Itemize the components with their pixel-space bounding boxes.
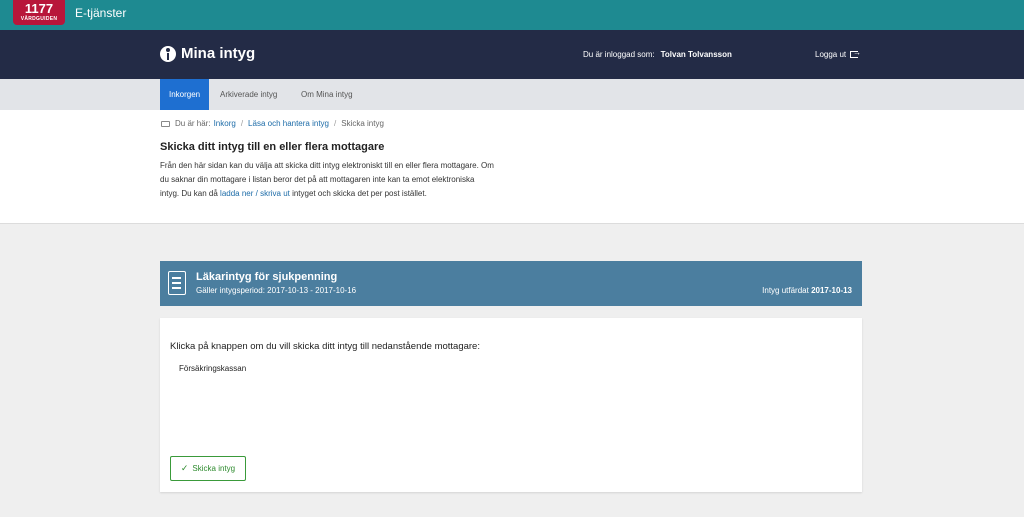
1177-logo[interactable]: 1177 VÅRDGUIDEN	[13, 0, 65, 25]
issued-label: Intyg utfärdat	[762, 286, 809, 295]
certificate-header: Läkarintyg för sjukpenning Gäller intygs…	[160, 261, 862, 306]
logo-number: 1177	[24, 1, 54, 16]
issued-date: 2017-10-13	[811, 286, 852, 295]
main-tabs: Inkorgen Arkiverade intyg Om Mina intyg	[0, 79, 1024, 110]
breadcrumb-separator: /	[334, 119, 337, 128]
logout-label: Logga ut	[815, 50, 847, 59]
tab-arkiverade-intyg[interactable]: Arkiverade intyg	[211, 79, 286, 110]
brand-link[interactable]: Mina intyg	[160, 45, 255, 62]
send-prompt: Klicka på knappen om du vill skicka ditt…	[170, 341, 480, 352]
logo-subtitle: VÅRDGUIDEN	[20, 16, 58, 22]
logged-in-label: Du är inloggad som:	[583, 50, 655, 59]
intro-section: Du är här: Inkorg / Läsa och hantera int…	[0, 110, 1024, 224]
certificate-title: Läkarintyg för sjukpenning	[196, 271, 338, 283]
recipient-item: Försäkringskassan	[179, 364, 247, 373]
logout-icon	[850, 48, 861, 58]
top-bar: 1177 VÅRDGUIDEN E-tjänster	[0, 0, 1024, 30]
inbox-icon	[161, 120, 170, 127]
tab-om-mina-intyg[interactable]: Om Mina intyg	[292, 79, 362, 110]
brand-name: Mina intyg	[181, 45, 256, 62]
page-title: Skicka ditt intyg till en eller flera mo…	[160, 141, 385, 153]
breadcrumb-item-lasa[interactable]: Läsa och hantera intyg	[248, 119, 329, 128]
check-icon: ✓	[180, 463, 189, 473]
description-text-2: intyget och skicka det per post istället…	[289, 189, 427, 198]
breadcrumb-prefix: Du är här:	[175, 119, 211, 128]
certificate-issued: Intyg utfärdat 2017-10-13	[762, 286, 852, 295]
send-button-label: Skicka intyg	[192, 464, 236, 473]
page-description: Från den här sidan kan du välja att skic…	[160, 159, 495, 201]
send-certificate-button[interactable]: ✓ Skicka intyg	[170, 456, 246, 481]
breadcrumb-item-current: Skicka intyg	[341, 119, 384, 128]
tab-inkorgen[interactable]: Inkorgen	[160, 79, 210, 110]
breadcrumb: Du är här: Inkorg / Läsa och hantera int…	[161, 119, 384, 128]
breadcrumb-separator: /	[240, 119, 244, 128]
logout-link[interactable]: Logga ut	[815, 48, 861, 59]
download-print-link[interactable]: ladda ner / skriva ut	[220, 189, 290, 198]
person-icon	[160, 45, 176, 62]
logged-in-info: Du är inloggad som: Tolvan Tolvansson	[583, 50, 732, 59]
send-panel: Klicka på knappen om du vill skicka ditt…	[160, 318, 862, 492]
breadcrumb-item-inkorg[interactable]: Inkorg	[214, 119, 236, 128]
site-header: Mina intyg Du är inloggad som: Tolvan Tol…	[0, 30, 1024, 79]
service-title[interactable]: E-tjänster	[75, 6, 126, 20]
user-name: Tolvan Tolvansson	[660, 50, 732, 59]
certificate-period: Gäller intygsperiod: 2017-10-13 - 2017-1…	[196, 286, 357, 295]
document-icon	[168, 271, 186, 295]
